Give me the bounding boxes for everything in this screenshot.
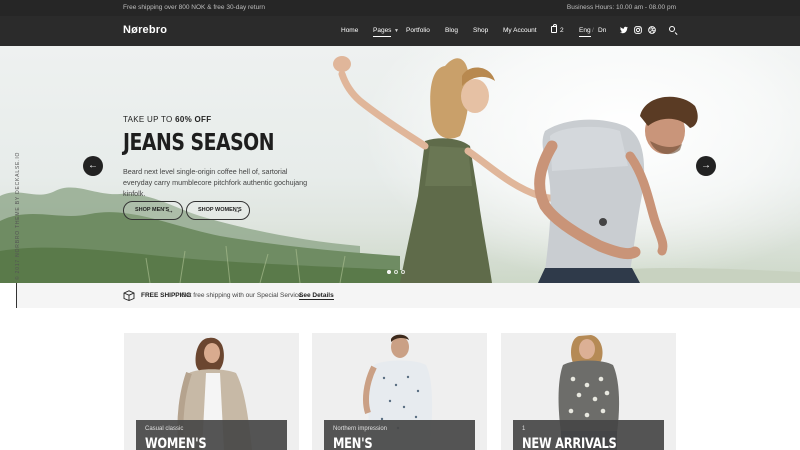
chevron-down-icon: ▼ (394, 28, 399, 34)
shop-womens-button[interactable]: SHOP WOMEN'S → (186, 201, 250, 220)
business-hours: Business Hours: 10.00 am - 08.00 pm (566, 4, 676, 11)
category-card-mens[interactable]: Northern impression MEN'S (312, 333, 487, 450)
slider-dots (387, 261, 408, 279)
hero-promo-prefix: TAKE UP TO (123, 115, 173, 124)
hero-photo (0, 56, 800, 283)
nav-shop[interactable]: Shop (473, 27, 488, 34)
shipping-text: Get free shipping with our Special Servi… (181, 292, 304, 299)
language-eng[interactable]: Eng (579, 27, 591, 37)
hero-title: JEANS SEASON (123, 130, 274, 156)
language-separator: / (592, 27, 594, 34)
shipping-notice: Free shipping over 800 NOK & free 30-day… (123, 4, 265, 11)
category-title: NEW ARRIVALS (522, 436, 617, 450)
category-label: Casual classic WOMEN'S (136, 420, 287, 450)
instagram-icon[interactable] (634, 26, 642, 34)
slider-dot[interactable] (394, 270, 398, 274)
copyright-vertical: © 2017 NORBRO THEME BY DECKALSE.IO (15, 151, 21, 280)
nav-my-account[interactable]: My Account (503, 27, 537, 34)
shop-mens-label: SHOP MEN'S (135, 207, 170, 213)
nav-pages[interactable]: Pages (373, 27, 392, 37)
cart-count: 2 (560, 27, 564, 34)
slider-dot[interactable] (387, 270, 391, 274)
see-details-link[interactable]: See Details (299, 292, 334, 300)
category-label: 1 NEW ARRIVALS (513, 420, 664, 450)
arrow-right-icon: → (166, 206, 174, 215)
category-subtitle: 1 (522, 426, 526, 432)
shop-mens-button[interactable]: SHOP MEN'S → (123, 201, 183, 220)
category-card-womens[interactable]: Casual classic WOMEN'S (124, 333, 299, 450)
site-header: Nørebro Home Pages Portfolio Blog Shop M… (0, 16, 800, 46)
twitter-icon[interactable] (620, 26, 628, 34)
shipping-bar: FREE SHIPPING Get free shipping with our… (17, 283, 800, 308)
box-icon (123, 290, 135, 301)
dribbble-icon[interactable] (648, 26, 656, 34)
site-logo[interactable]: Nørebro (123, 24, 167, 36)
category-subtitle: Casual classic (145, 426, 184, 432)
category-label: Northern impression MEN'S (324, 420, 475, 450)
category-card-new-arrivals[interactable]: 1 NEW ARRIVALS (501, 333, 676, 450)
category-title: MEN'S (333, 436, 373, 450)
slider-prev-button[interactable]: ← (83, 156, 103, 176)
search-icon[interactable] (669, 26, 675, 32)
hero-promo-discount: 60% OFF (175, 115, 212, 124)
hero-promo: TAKE UP TO 60% OFF (123, 115, 211, 124)
top-info-bar: Free shipping over 800 NOK & free 30-day… (0, 0, 800, 16)
slider-dot[interactable] (401, 270, 405, 274)
arrow-right-icon: → (701, 160, 711, 171)
category-subtitle: Northern impression (333, 426, 388, 432)
language-dn[interactable]: Dn (598, 27, 606, 34)
slider-next-button[interactable]: → (696, 156, 716, 176)
nav-portfolio[interactable]: Portfolio (406, 27, 430, 34)
nav-home[interactable]: Home (341, 27, 358, 34)
cart-bag-icon[interactable] (551, 24, 557, 33)
nav-blog[interactable]: Blog (445, 27, 458, 34)
arrow-left-icon: ← (88, 160, 98, 171)
hero-slider: TAKE UP TO 60% OFF JEANS SEASON Beard ne… (0, 46, 800, 283)
arrow-right-icon: → (233, 206, 241, 215)
hero-description: Beard next level single-origin coffee he… (123, 167, 308, 198)
category-title: WOMEN'S (145, 436, 207, 450)
